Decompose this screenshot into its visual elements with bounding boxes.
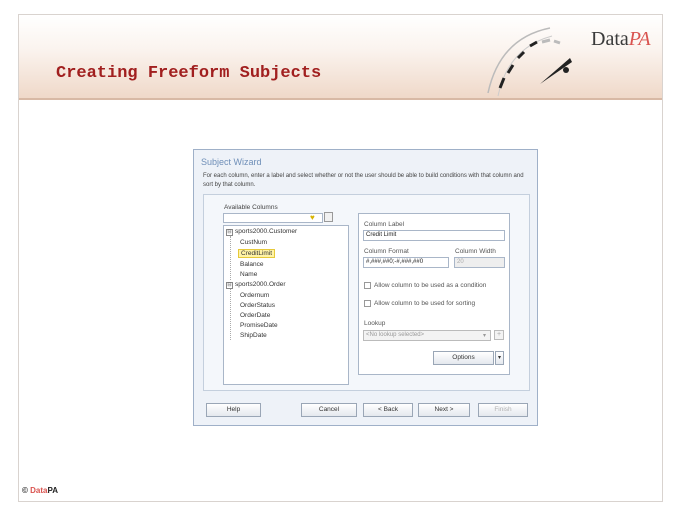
column-format-caption: Column Format: [364, 248, 409, 255]
next-button[interactable]: Next >: [418, 403, 470, 417]
tree-item-ordernum[interactable]: Ordernum: [240, 292, 269, 299]
back-button[interactable]: < Back: [363, 403, 413, 417]
column-label-input[interactable]: Credit Limit: [363, 230, 505, 241]
slide: DataPA Creating Freeform Subjects © Data…: [0, 0, 678, 509]
lookup-caption: Lookup: [364, 320, 386, 327]
dialog-description: For each column, enter a label and selec…: [203, 173, 524, 188]
available-columns-label: Available Columns: [224, 204, 278, 211]
chevron-down-icon: ▾: [483, 333, 487, 339]
print-icon[interactable]: [324, 212, 333, 222]
help-button[interactable]: Help: [206, 403, 261, 417]
gauge-icon: [487, 27, 572, 97]
dialog-title: Subject Wizard: [201, 157, 262, 167]
tree-item-balance[interactable]: Balance: [240, 261, 264, 268]
options-dropdown-button[interactable]: ▾: [495, 351, 504, 365]
column-label-caption: Column Label: [364, 221, 405, 228]
tree-item-name[interactable]: Name: [240, 271, 257, 278]
column-width-input[interactable]: 20: [454, 257, 505, 268]
tree-item-orderdate[interactable]: OrderDate: [240, 312, 270, 319]
tree-node-order[interactable]: ⊟ sports2000.Order: [226, 281, 286, 289]
footer-copyright: © DataPA: [22, 486, 59, 495]
header-divider: [19, 98, 662, 100]
column-properties-panel: Column Label Credit Limit Column Format …: [358, 213, 510, 375]
column-search-input[interactable]: [223, 213, 323, 223]
sorting-checkbox[interactable]: [364, 300, 371, 307]
column-width-caption: Column Width: [455, 248, 496, 255]
tree-item-creditlimit[interactable]: CreditLimit: [238, 249, 276, 258]
condition-checkbox[interactable]: [364, 282, 371, 289]
tree-item-shipdate[interactable]: ShipDate: [240, 332, 267, 339]
lookup-select[interactable]: <No lookup selected>: [363, 330, 491, 341]
available-columns-tree: ⊟ sports2000.Customer CustNum CreditLimit…: [223, 225, 349, 385]
tree-item-promisedate[interactable]: PromiseDate: [240, 322, 278, 329]
column-format-input[interactable]: #,###,##0;-#,###,##0: [363, 257, 449, 268]
condition-checkbox-label: Allow column to be used as a condition: [374, 282, 487, 289]
tree-item-orderstatus[interactable]: OrderStatus: [240, 302, 275, 309]
tree-node-customer[interactable]: ⊟ sports2000.Customer: [226, 228, 297, 236]
options-button[interactable]: Options: [433, 351, 494, 365]
filter-icon[interactable]: ♥: [310, 213, 315, 222]
slide-title: Creating Freeform Subjects: [56, 64, 322, 83]
subject-wizard-dialog: Subject Wizard For each column, enter a …: [193, 149, 538, 426]
sorting-checkbox-label: Allow column to be used for sorting: [374, 300, 476, 307]
add-lookup-icon[interactable]: +: [494, 330, 504, 340]
tree-item-custnum[interactable]: CustNum: [240, 239, 267, 246]
finish-button[interactable]: Finish: [478, 403, 528, 417]
cancel-button[interactable]: Cancel: [301, 403, 357, 417]
datapa-logo: DataPA: [591, 28, 651, 50]
